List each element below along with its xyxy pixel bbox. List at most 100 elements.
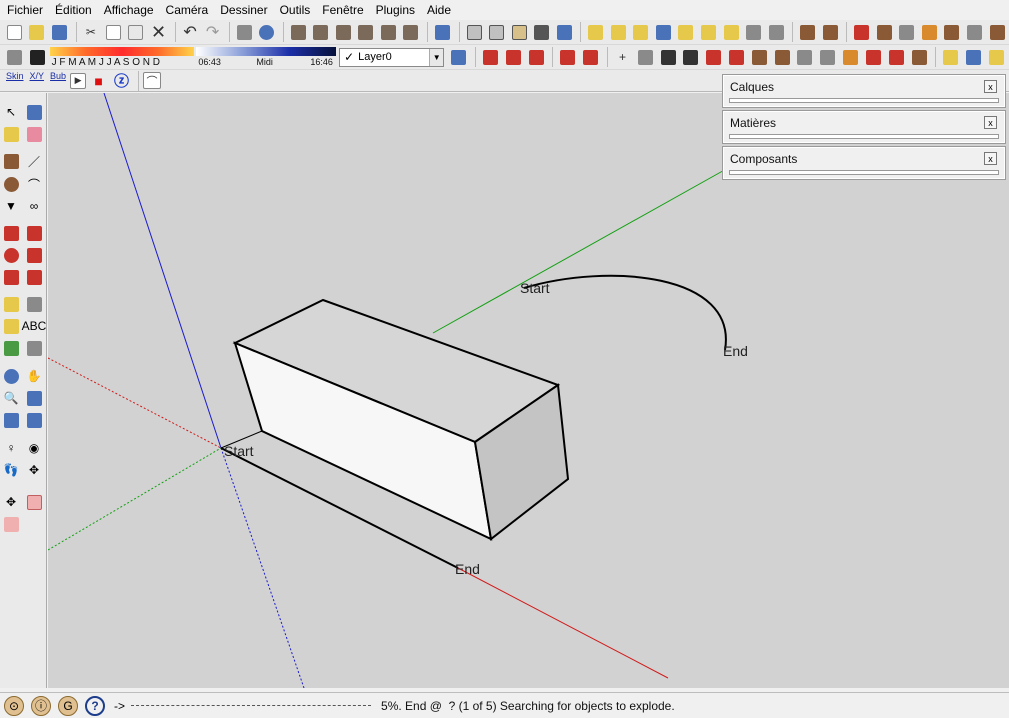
tool-d-icon[interactable] [653, 22, 674, 43]
solid-h-icon[interactable] [795, 47, 816, 68]
paste-icon[interactable] [126, 22, 147, 43]
menu-fenetre[interactable]: Fenêtre [318, 3, 367, 17]
solid-c-icon[interactable] [681, 47, 702, 68]
monochrome-icon[interactable] [554, 22, 575, 43]
axis-tool-b-icon[interactable] [503, 47, 524, 68]
push-pull-tool-icon[interactable] [24, 223, 44, 243]
geo-location-icon[interactable]: ⊙ [4, 695, 24, 716]
eraser-icon[interactable] [24, 124, 44, 144]
circle-tool-icon[interactable] [1, 174, 21, 194]
sandbox-b-icon[interactable] [820, 22, 841, 43]
text-tool-icon[interactable]: ABC [22, 316, 47, 336]
plugin-g-icon[interactable] [987, 22, 1008, 43]
walk-tool-icon[interactable]: 👣 [1, 460, 21, 480]
solid-k-icon[interactable] [863, 47, 884, 68]
tool-b-icon[interactable] [608, 22, 629, 43]
shadow-month-slider[interactable]: J F M A M J J A S O N D [49, 47, 194, 68]
plugin-a-icon[interactable] [851, 22, 872, 43]
shaded-texture-icon[interactable] [531, 22, 552, 43]
wireframe-icon[interactable] [464, 22, 485, 43]
hidden-line-icon[interactable] [486, 22, 507, 43]
zoom-extents-icon[interactable] [24, 410, 44, 430]
plugin-e-icon[interactable] [942, 22, 963, 43]
3d-viewport[interactable]: Start End Start End [48, 93, 1009, 688]
plugin-d-icon[interactable] [919, 22, 940, 43]
component-c-icon[interactable] [986, 47, 1007, 68]
rotate-tool-icon[interactable] [1, 245, 21, 265]
chevron-down-icon[interactable]: ▼ [429, 48, 444, 66]
scale-tool-icon[interactable] [1, 267, 21, 287]
section-display-icon[interactable] [24, 492, 44, 512]
3d-text-icon[interactable] [24, 338, 44, 358]
make-component-icon[interactable] [24, 102, 44, 122]
tool-c-icon[interactable] [631, 22, 652, 43]
move-plane-icon[interactable]: ✥ [1, 492, 21, 512]
arc-tool-a-icon[interactable] [557, 47, 578, 68]
tray-layers-panel[interactable]: Calques x [722, 74, 1006, 108]
look-around-icon[interactable]: ◉ [24, 438, 44, 458]
previous-view-icon[interactable] [1, 410, 21, 430]
axis-tool-c-icon[interactable] [526, 47, 547, 68]
offset-tool-icon[interactable] [24, 267, 44, 287]
stop-button[interactable]: ■ [88, 70, 109, 91]
save-icon[interactable] [49, 22, 70, 43]
component-b-icon[interactable] [963, 47, 984, 68]
move-tool-icon[interactable] [1, 223, 21, 243]
section-plane-icon[interactable]: ✥ [24, 460, 44, 480]
shaded-icon[interactable] [509, 22, 530, 43]
xy-button[interactable]: X/Y [28, 71, 47, 90]
credits-icon[interactable]: ⓘ [31, 695, 51, 716]
menu-plugins[interactable]: Plugins [372, 3, 419, 17]
select-tool-icon[interactable]: ↖ [1, 102, 21, 122]
play-button[interactable]: ▶ [70, 72, 87, 89]
menu-dessiner[interactable]: Dessiner [216, 3, 271, 17]
section-cut-icon[interactable] [1, 514, 21, 534]
zoom-window-icon[interactable] [24, 388, 44, 408]
menu-outils[interactable]: Outils [276, 3, 315, 17]
close-icon[interactable]: x [984, 80, 997, 93]
zoom-tool-icon[interactable]: 🔍 [1, 388, 21, 408]
tool-i-icon[interactable] [766, 22, 787, 43]
solid-a-icon[interactable] [635, 47, 656, 68]
solid-e-icon[interactable] [726, 47, 747, 68]
skin-button[interactable]: Skin [4, 71, 26, 90]
display-shadows-icon[interactable] [27, 47, 48, 68]
close-icon[interactable]: x [984, 152, 997, 165]
tool-g-icon[interactable] [721, 22, 742, 43]
arc-tool-b-icon[interactable] [580, 47, 601, 68]
solid-j-icon[interactable] [840, 47, 861, 68]
solid-d-icon[interactable] [703, 47, 724, 68]
solid-l-icon[interactable] [886, 47, 907, 68]
paint-bucket-icon[interactable] [1, 124, 21, 144]
solid-i-icon[interactable] [817, 47, 838, 68]
sign-in-icon[interactable]: G [58, 695, 78, 716]
help-icon[interactable]: ? [85, 695, 105, 716]
add-point-icon[interactable]: + [612, 47, 633, 68]
orbit-tool-icon[interactable] [1, 366, 21, 386]
left-view-icon[interactable] [401, 22, 422, 43]
tool-e-icon[interactable] [676, 22, 697, 43]
solid-g-icon[interactable] [772, 47, 793, 68]
top-view-icon[interactable] [311, 22, 332, 43]
layer-manager-icon[interactable] [448, 47, 469, 68]
plugin-f-icon[interactable] [964, 22, 985, 43]
tray-components-panel[interactable]: Composants x [722, 146, 1006, 180]
pan-tool-icon[interactable]: ✋ [24, 366, 44, 386]
tape-measure-icon[interactable] [1, 294, 21, 314]
right-view-icon[interactable] [356, 22, 377, 43]
plugin-c-icon[interactable] [897, 22, 918, 43]
arc-curve-icon[interactable]: ⌒ [143, 72, 162, 89]
iso-view-icon[interactable] [288, 22, 309, 43]
arc-path[interactable] [523, 274, 727, 351]
delete-icon[interactable]: ✕ [148, 22, 169, 43]
polygon-tool-icon[interactable]: ▼ [1, 196, 21, 216]
shadow-settings-icon[interactable] [4, 47, 25, 68]
position-camera-icon[interactable]: ♀ [1, 438, 21, 458]
freehand-tool-icon[interactable]: ∞ [24, 196, 44, 216]
print-icon[interactable] [234, 22, 255, 43]
solid-f-icon[interactable] [749, 47, 770, 68]
axis-tool-a-icon[interactable] [480, 47, 501, 68]
plugin-b-icon[interactable] [874, 22, 895, 43]
back-view-icon[interactable] [378, 22, 399, 43]
axes-tool-icon[interactable] [1, 338, 21, 358]
